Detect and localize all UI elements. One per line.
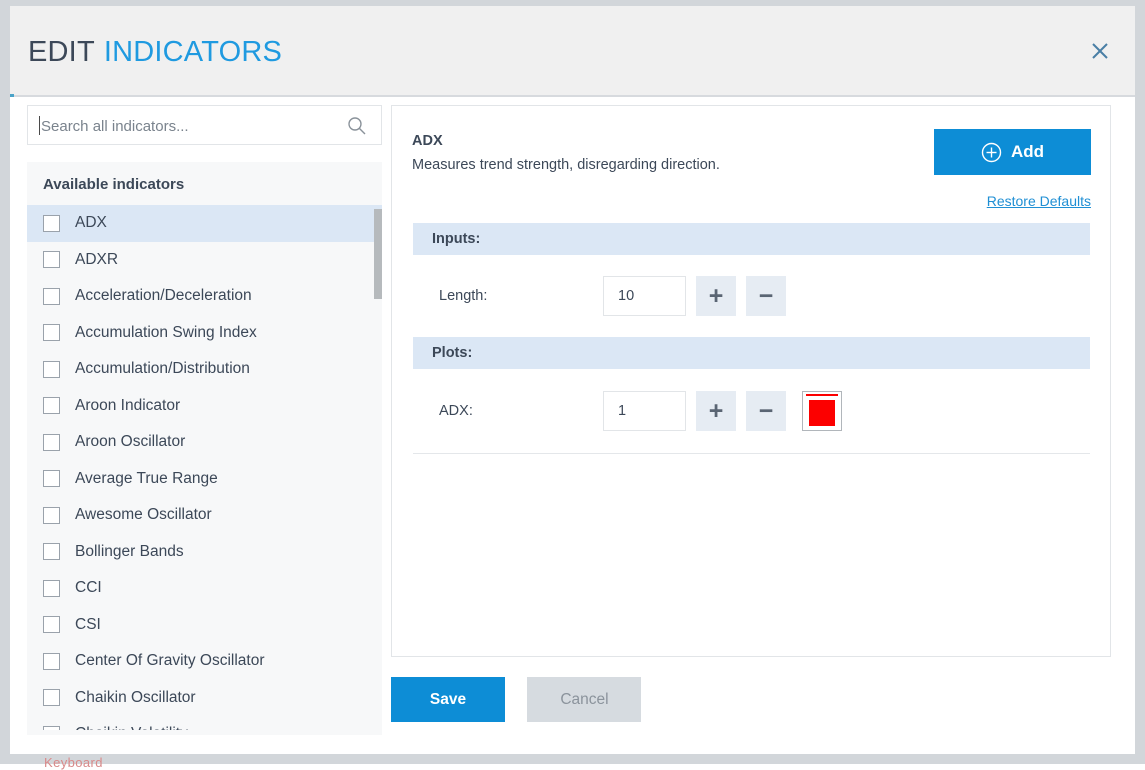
page-root: Keyboard EDITINDICATORS — [0, 0, 1145, 764]
list-item[interactable]: CSI — [27, 607, 382, 644]
length-increment-button[interactable]: + — [696, 276, 736, 316]
plus-icon: + — [709, 399, 724, 424]
dialog-footer: Save Cancel — [391, 677, 641, 722]
page-title: EDIT INDICATORS — [28, 36, 282, 69]
indicator-browser: Available indicators ADX ADXR Acceler — [27, 105, 382, 735]
plus-icon: + — [709, 284, 724, 309]
list-item[interactable]: Bollinger Bands — [27, 534, 382, 571]
background-strip-left — [0, 0, 10, 764]
indicator-label: Awesome Oscillator — [75, 506, 212, 524]
background-strip-right — [1135, 0, 1145, 764]
indicator-description: Measures trend strength, disregarding di… — [412, 157, 720, 173]
indicator-label: ADX — [75, 214, 107, 232]
save-button[interactable]: Save — [391, 677, 505, 722]
adx-plot-input[interactable] — [603, 391, 686, 431]
indicator-list-scrollbar-thumb[interactable] — [374, 209, 382, 299]
length-decrement-button[interactable]: − — [746, 276, 786, 316]
add-button-label: Add — [1011, 142, 1044, 162]
list-item[interactable]: Chaikin Volatility — [27, 716, 382, 730]
indicator-checkbox[interactable] — [43, 434, 60, 451]
indicator-checkbox[interactable] — [43, 507, 60, 524]
length-label: Length: — [413, 288, 603, 304]
list-item[interactable]: Awesome Oscillator — [27, 497, 382, 534]
add-button[interactable]: Add — [934, 129, 1091, 175]
dialog-header: EDIT INDICATORS — [10, 6, 1135, 97]
indicator-checkbox[interactable] — [43, 288, 60, 305]
indicator-list-scrollbar[interactable] — [374, 205, 382, 730]
dialog-body: Available indicators ADX ADXR Acceler — [10, 97, 1135, 754]
indicator-label: Bollinger Bands — [75, 543, 184, 561]
length-input[interactable] — [603, 276, 686, 316]
page-title-edit: EDIT — [28, 36, 95, 68]
indicator-checkbox[interactable] — [43, 397, 60, 414]
search-box[interactable] — [27, 105, 382, 145]
indicator-label: Average True Range — [75, 470, 218, 488]
indicator-checkbox[interactable] — [43, 470, 60, 487]
indicator-checkbox[interactable] — [43, 689, 60, 706]
indicator-checkbox[interactable] — [43, 215, 60, 232]
list-item[interactable]: Acceleration/Deceleration — [27, 278, 382, 315]
indicator-label: Acceleration/Deceleration — [75, 287, 252, 305]
indicator-label: Chaikin Oscillator — [75, 689, 196, 707]
search-input[interactable] — [39, 106, 343, 146]
minus-icon: − — [759, 284, 774, 309]
adx-plot-color-picker[interactable] — [802, 391, 842, 431]
indicator-label: Center Of Gravity Oscillator — [75, 652, 265, 670]
list-item[interactable]: Center Of Gravity Oscillator — [27, 643, 382, 680]
adx-plot-increment-button[interactable]: + — [696, 391, 736, 431]
list-item[interactable]: Chaikin Oscillator — [27, 680, 382, 717]
edit-indicators-dialog: EDIT INDICATORS — [10, 6, 1135, 754]
indicator-checkbox[interactable] — [43, 361, 60, 378]
color-chip — [809, 400, 835, 426]
indicator-label: CCI — [75, 579, 102, 597]
circle-plus-icon — [981, 142, 1002, 163]
list-item[interactable]: Aroon Oscillator — [27, 424, 382, 461]
list-item[interactable]: ADXR — [27, 242, 382, 279]
plot-row-adx: ADX: + − — [413, 386, 1090, 436]
list-item[interactable]: CCI — [27, 570, 382, 607]
list-item[interactable]: ADX — [27, 205, 382, 242]
list-item[interactable]: Accumulation Swing Index — [27, 315, 382, 352]
indicator-checkbox[interactable] — [43, 580, 60, 597]
indicator-label: Accumulation/Distribution — [75, 360, 250, 378]
adx-plot-decrement-button[interactable]: − — [746, 391, 786, 431]
background-bottom-band — [0, 754, 1145, 764]
color-strip — [806, 394, 838, 396]
input-row-length: Length: + − — [413, 271, 1090, 321]
indicator-checkbox[interactable] — [43, 726, 60, 730]
plots-section-header: Plots: — [413, 337, 1090, 369]
minus-icon: − — [759, 399, 774, 424]
adx-plot-label: ADX: — [413, 403, 603, 419]
indicator-title: ADX — [412, 133, 443, 149]
indicator-checkbox[interactable] — [43, 616, 60, 633]
available-indicators-header: Available indicators — [27, 162, 382, 205]
inputs-section-header: Inputs: — [413, 223, 1090, 255]
list-item[interactable]: Average True Range — [27, 461, 382, 498]
close-icon — [1090, 41, 1110, 61]
search-icon — [347, 116, 367, 136]
close-button[interactable] — [1085, 36, 1115, 66]
indicator-label: CSI — [75, 616, 101, 634]
indicator-checkbox[interactable] — [43, 251, 60, 268]
restore-defaults-link[interactable]: Restore Defaults — [987, 193, 1091, 209]
cancel-button[interactable]: Cancel — [527, 677, 641, 722]
available-indicators-panel: Available indicators ADX ADXR Acceler — [27, 162, 382, 735]
page-title-indicators: INDICATORS — [104, 36, 282, 68]
background-clipped-text: Keyboard — [44, 755, 103, 770]
indicator-checkbox[interactable] — [43, 543, 60, 560]
indicator-label: Aroon Indicator — [75, 397, 180, 415]
indicator-label: Chaikin Volatility — [75, 725, 188, 730]
indicator-settings-panel: ADX Measures trend strength, disregardin… — [391, 105, 1111, 657]
indicator-label: Aroon Oscillator — [75, 433, 185, 451]
indicator-checkbox[interactable] — [43, 324, 60, 341]
list-item[interactable]: Accumulation/Distribution — [27, 351, 382, 388]
indicator-label: ADXR — [75, 251, 118, 269]
indicator-list[interactable]: ADX ADXR Acceleration/Deceleration — [27, 205, 382, 730]
indicator-label: Accumulation Swing Index — [75, 324, 257, 342]
plot-row-divider — [413, 453, 1090, 454]
indicator-checkbox[interactable] — [43, 653, 60, 670]
list-item[interactable]: Aroon Indicator — [27, 388, 382, 425]
